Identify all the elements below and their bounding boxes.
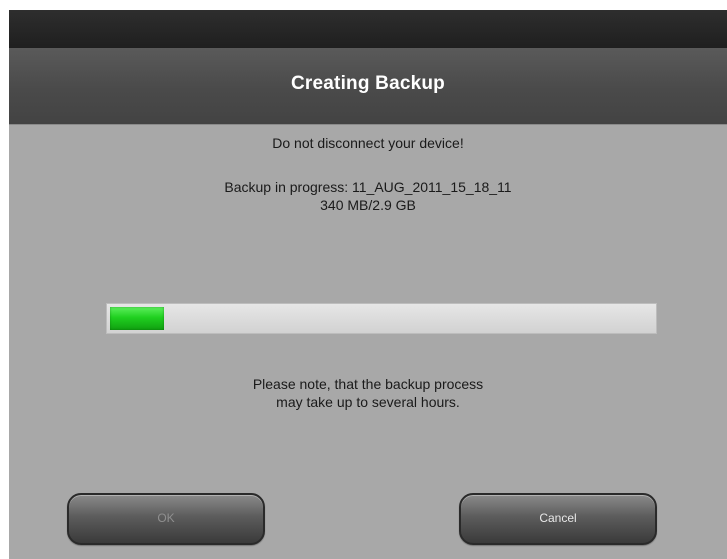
ok-button[interactable]: OK xyxy=(67,493,265,545)
backup-size-text: 340 MB/2.9 GB xyxy=(320,197,416,213)
progress-fill xyxy=(110,307,165,330)
backup-dialog: Creating Backup Do not disconnect your d… xyxy=(9,10,727,559)
disconnect-warning: Do not disconnect your device! xyxy=(272,135,464,151)
dialog-header: Creating Backup xyxy=(9,48,727,125)
duration-note-line1: Please note, that the backup process xyxy=(252,376,484,392)
backup-progress-bar xyxy=(106,303,657,334)
cancel-button[interactable]: Cancel xyxy=(459,493,657,545)
dialog-title: Creating Backup xyxy=(291,73,445,94)
window-top-bar xyxy=(9,10,727,48)
backup-progress-text: Backup in progress: 11_AUG_2011_15_18_11 xyxy=(224,179,512,195)
dialog-body: Do not disconnect your device! Backup in… xyxy=(9,125,727,559)
duration-note-line2: may take up to several hours. xyxy=(276,394,460,410)
